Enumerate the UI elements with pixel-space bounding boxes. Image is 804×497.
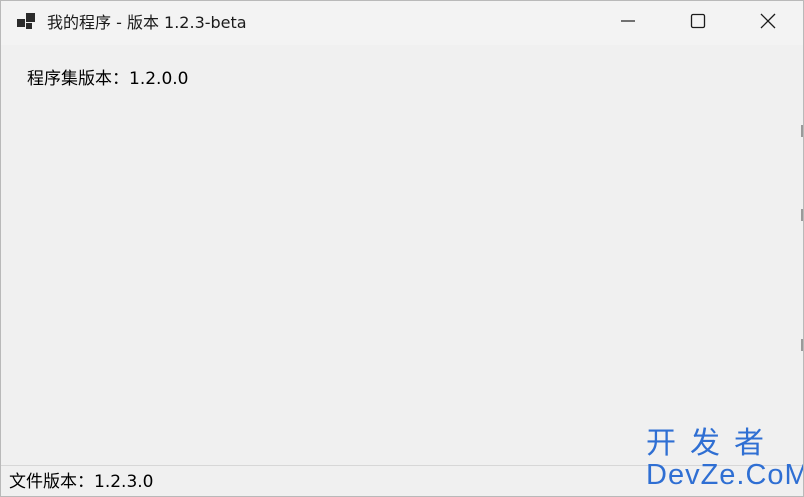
watermark-line1: 开发者 [646, 427, 778, 460]
title-bar[interactable]: 我的程序 - 版本 1.2.3-beta [1, 1, 803, 45]
assembly-version-label: 程序集版本：1.2.0.0 [27, 69, 189, 89]
app-window-icon [17, 13, 37, 31]
maximize-icon [690, 13, 706, 33]
window-edge-mark [801, 125, 803, 137]
window-edge-mark [801, 339, 803, 351]
minimize-button[interactable] [593, 1, 663, 45]
app-window: 我的程序 - 版本 1.2.3-beta 程序集版本：1.2.0.0 文件版本：… [0, 0, 804, 497]
watermark-line2: DevZe.CoM [646, 459, 804, 491]
minimize-icon [620, 13, 636, 33]
client-area: 程序集版本：1.2.0.0 [1, 45, 803, 465]
close-icon [760, 13, 776, 33]
watermark: 开发者 DevZe.CoM [646, 427, 804, 491]
close-button[interactable] [733, 1, 803, 45]
file-version-label: 文件版本：1.2.3.0 [9, 472, 154, 492]
window-title: 我的程序 - 版本 1.2.3-beta [47, 13, 247, 32]
window-edge-mark [801, 209, 803, 221]
maximize-button[interactable] [663, 1, 733, 45]
